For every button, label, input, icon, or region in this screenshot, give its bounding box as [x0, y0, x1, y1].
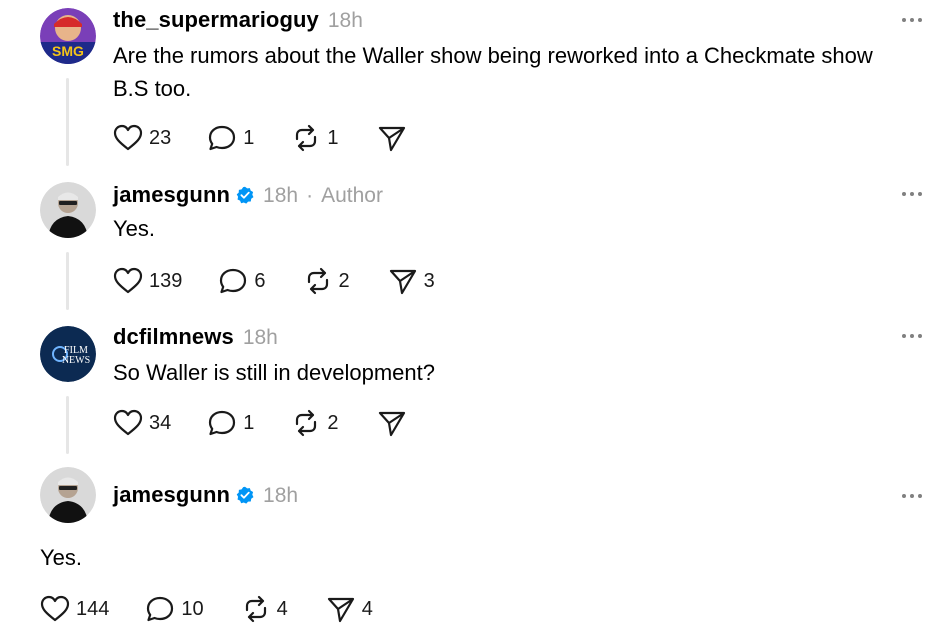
post-text: Are the rumors about the Waller show bei… — [113, 43, 873, 101]
share-count: 3 — [423, 269, 435, 292]
username[interactable]: jamesgunn — [113, 482, 230, 508]
thread-line — [66, 252, 69, 310]
repost-button[interactable]: 2 — [291, 409, 339, 437]
verified-icon — [236, 486, 254, 504]
avatar[interactable] — [40, 182, 96, 238]
more-icon[interactable] — [902, 493, 922, 499]
repost-count: 2 — [338, 269, 350, 292]
post-1: SMG the_supermarioguy 18h Are the rumors… — [0, 0, 942, 170]
like-count: 139 — [149, 269, 183, 292]
verified-icon — [236, 186, 254, 204]
repost-icon — [245, 595, 266, 623]
comment-count: 1 — [243, 411, 255, 434]
comment-icon — [147, 596, 174, 622]
more-icon[interactable] — [902, 333, 922, 339]
share-icon — [378, 126, 405, 152]
heart-icon — [113, 409, 143, 436]
post-text: Yes. — [113, 216, 156, 241]
share-count: 4 — [361, 597, 373, 620]
avatar[interactable] — [40, 467, 96, 523]
like-button[interactable]: 23 — [113, 124, 171, 152]
post-text: So Waller is still in development? — [113, 360, 435, 385]
username[interactable]: the_supermarioguy — [113, 7, 319, 33]
post-4: jamesgunn 18h Yes. 144 10 4 4 — [0, 456, 942, 641]
like-count: 144 — [76, 597, 110, 620]
repost-icon — [307, 267, 328, 295]
comment-button[interactable]: 1 — [207, 409, 254, 437]
comment-icon — [209, 410, 236, 436]
comment-button[interactable]: 6 — [218, 267, 266, 295]
share-button[interactable] — [377, 124, 407, 152]
separator: · — [306, 184, 314, 207]
repost-button[interactable]: 4 — [241, 595, 288, 623]
share-button[interactable] — [377, 409, 407, 437]
action-bar: 34 1 2 — [113, 409, 407, 437]
more-icon[interactable] — [902, 191, 922, 197]
thread-line — [66, 396, 69, 454]
share-icon — [378, 411, 405, 437]
comment-count: 6 — [254, 269, 266, 292]
author-badge: Author — [321, 184, 383, 207]
comment-count: 10 — [181, 597, 204, 620]
comment-icon — [209, 125, 236, 151]
post-header: dcfilmnews 18h — [113, 324, 278, 350]
like-button[interactable]: 139 — [113, 267, 182, 295]
repost-button[interactable]: 2 — [303, 267, 350, 295]
timestamp[interactable]: 18h — [263, 484, 298, 508]
avatar[interactable]: FILM NEWS — [40, 326, 96, 382]
share-button[interactable]: 3 — [388, 267, 435, 295]
post-text: Yes. — [40, 545, 83, 570]
share-icon — [327, 597, 354, 623]
post-header: jamesgunn 18h · Author — [113, 182, 383, 208]
username[interactable]: jamesgunn — [113, 182, 230, 208]
comment-count: 1 — [243, 126, 255, 149]
like-button[interactable]: 34 — [113, 409, 171, 437]
repost-count: 1 — [327, 126, 339, 149]
comment-button[interactable]: 10 — [145, 595, 204, 623]
like-button[interactable]: 144 — [40, 595, 109, 623]
comment-icon — [220, 268, 247, 294]
thread-line — [66, 78, 69, 166]
heart-icon — [113, 267, 143, 294]
post-header: jamesgunn 18h — [113, 482, 298, 508]
heart-icon — [113, 124, 143, 151]
comment-button[interactable]: 1 — [207, 124, 254, 152]
post-2: jamesgunn 18h · Author Yes. 139 6 2 3 — [0, 170, 942, 312]
username[interactable]: dcfilmnews — [113, 324, 234, 350]
heart-icon — [40, 595, 70, 622]
avatar[interactable]: SMG — [40, 8, 96, 64]
repost-icon — [296, 124, 317, 152]
repost-button[interactable]: 1 — [291, 124, 339, 152]
repost-count: 4 — [276, 597, 288, 620]
share-icon — [389, 269, 416, 295]
action-bar: 23 1 1 — [113, 124, 407, 152]
action-bar: 139 6 2 3 — [113, 267, 435, 295]
timestamp[interactable]: 18h — [328, 9, 363, 33]
timestamp[interactable]: 18h — [263, 184, 298, 208]
repost-count: 2 — [327, 411, 339, 434]
action-bar: 144 10 4 4 — [40, 595, 373, 623]
repost-icon — [296, 409, 317, 437]
like-count: 34 — [149, 411, 172, 434]
post-header: the_supermarioguy 18h — [113, 7, 363, 33]
avatar-logo-bottom: NEWS — [62, 355, 90, 366]
more-icon[interactable] — [902, 17, 922, 23]
share-button[interactable]: 4 — [326, 595, 373, 623]
like-count: 23 — [149, 126, 172, 149]
avatar-logo: SMG — [52, 43, 84, 59]
post-3: FILM NEWS dcfilmnews 18h So Waller is st… — [0, 312, 942, 456]
timestamp[interactable]: 18h — [243, 326, 278, 350]
